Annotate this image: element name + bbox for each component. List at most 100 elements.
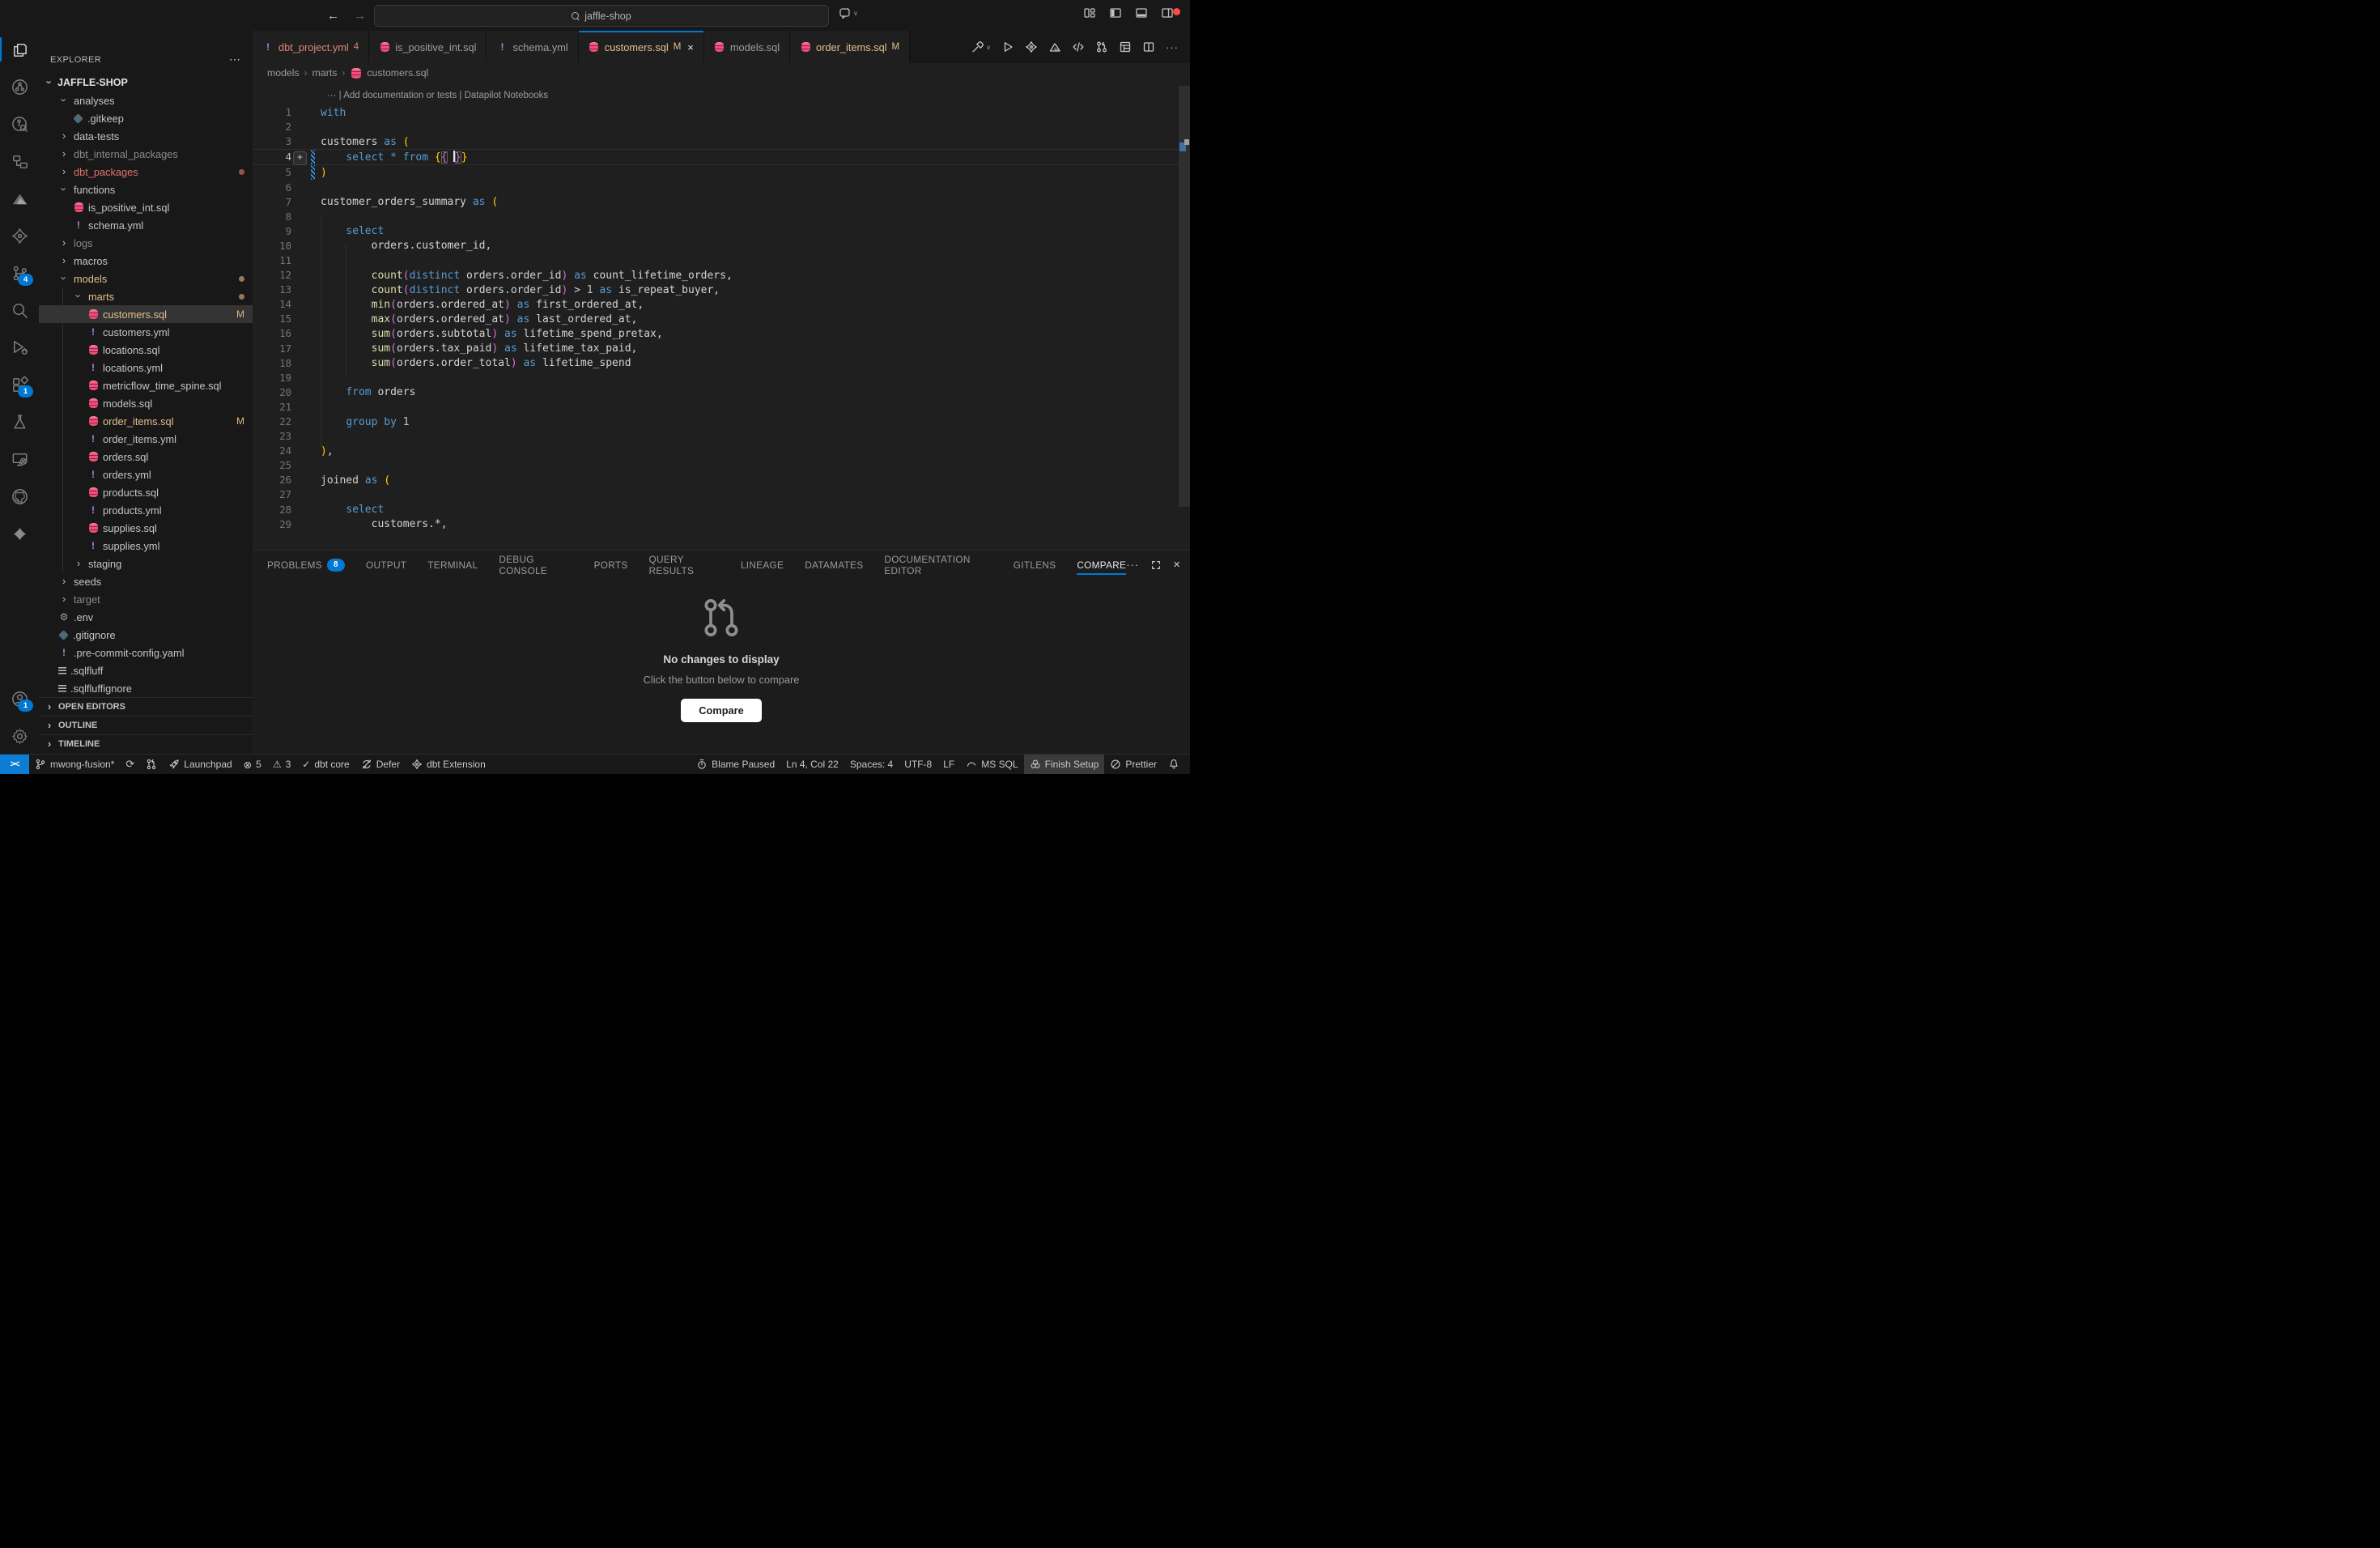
activity-hierarchy-icon[interactable]: [0, 142, 39, 180]
tree-root-jaffle-shop[interactable]: JAFFLE-SHOP: [39, 74, 253, 91]
status-defer[interactable]: Defer: [355, 755, 406, 774]
code-line-21[interactable]: 21: [253, 400, 1179, 415]
tree-item-models-sql[interactable]: models.sql: [39, 394, 253, 412]
tree-item-data-tests[interactable]: data-tests: [39, 127, 253, 145]
overview-ruler[interactable]: [1179, 83, 1190, 550]
tree-item-marts[interactable]: marts: [39, 287, 253, 305]
status-5[interactable]: ⊗5: [238, 755, 267, 774]
toggle-sidebar-icon[interactable]: [1109, 6, 1122, 19]
tree-item-products-yml[interactable]: ! products.yml: [39, 501, 253, 519]
code-line-15[interactable]: 15 max(orders.ordered_at) as last_ordere…: [253, 312, 1179, 326]
split-editor-icon[interactable]: [1142, 40, 1155, 53]
status-sync[interactable]: ⟳: [120, 755, 140, 774]
tree-item-target[interactable]: target: [39, 590, 253, 608]
tab-is-positive-int-sql[interactable]: is_positive_int.sql: [369, 31, 487, 63]
activity-github-icon[interactable]: [0, 478, 39, 515]
tree-item-orders-yml[interactable]: ! orders.yml: [39, 466, 253, 483]
code-line-1[interactable]: 1with: [253, 105, 1179, 120]
close-icon[interactable]: ×: [687, 41, 694, 53]
panel-tab-lineage[interactable]: LINEAGE: [741, 551, 784, 579]
tree-item-dbt-internal-packages[interactable]: dbt_internal_packages: [39, 145, 253, 163]
code-line-13[interactable]: 13 count(distinct orders.order_id) > 1 a…: [253, 283, 1179, 297]
sidebar-section-timeline[interactable]: TIMELINE: [39, 734, 253, 753]
status-remote[interactable]: ><: [0, 755, 29, 774]
dbt-cancel-icon[interactable]: [1025, 40, 1038, 53]
activity-extensions-icon[interactable]: 1: [0, 366, 39, 403]
code-line-14[interactable]: 14 min(orders.ordered_at) as first_order…: [253, 297, 1179, 312]
tab-models-sql[interactable]: models.sql: [704, 31, 790, 63]
tab-order-items-sql[interactable]: order_items.sqlM: [790, 31, 910, 63]
tree-item-functions[interactable]: functions: [39, 181, 253, 198]
tree-item-macros[interactable]: macros: [39, 252, 253, 270]
status-dbt-core[interactable]: ✓dbt core: [296, 755, 355, 774]
tree-item-gitignore[interactable]: .gitignore: [39, 626, 253, 644]
status-dbt-extension[interactable]: dbt Extension: [406, 755, 491, 774]
code-line-16[interactable]: 16 sum(orders.subtotal) as lifetime_spen…: [253, 326, 1179, 341]
more-actions-icon[interactable]: ···: [1126, 559, 1139, 571]
code-line-22[interactable]: 22 group by 1: [253, 415, 1179, 429]
panel-tab-ports[interactable]: PORTS: [594, 551, 628, 579]
panel-tab-debug-console[interactable]: DEBUG CONSOLE: [499, 551, 572, 579]
git-pull-request-icon[interactable]: [1095, 40, 1108, 53]
code-line-3[interactable]: 3customers as (: [253, 134, 1179, 149]
tab-dbt-project-yml[interactable]: !dbt_project.yml4: [253, 31, 369, 63]
status-mwong-fusion[interactable]: mwong-fusion*: [29, 755, 120, 774]
code-line-4[interactable]: 4+ select * from {{ }}: [253, 149, 1179, 165]
code-line-25[interactable]: 25: [253, 458, 1179, 473]
status-bell[interactable]: [1162, 755, 1185, 774]
tree-item-orders-sql[interactable]: orders.sql: [39, 448, 253, 466]
close-icon[interactable]: ×: [1173, 558, 1180, 572]
build-tool-icon[interactable]: ∨: [971, 40, 991, 53]
code-line-5[interactable]: 5): [253, 165, 1179, 180]
code-preview-icon[interactable]: [1072, 40, 1085, 53]
breadcrumb-marts[interactable]: marts: [312, 67, 338, 79]
tree-item-models[interactable]: models: [39, 270, 253, 287]
forward-arrow-icon[interactable]: →: [354, 9, 366, 23]
tree-item-schema-yml[interactable]: ! schema.yml: [39, 216, 253, 234]
code-line-18[interactable]: 18 sum(orders.order_total) as lifetime_s…: [253, 356, 1179, 371]
more-actions-icon[interactable]: ⋯: [229, 53, 241, 66]
tree-item-env[interactable]: ⚙ .env: [39, 608, 253, 626]
code-line-12[interactable]: 12 count(distinct orders.order_id) as co…: [253, 268, 1179, 283]
code-line-26[interactable]: 26joined as (: [253, 473, 1179, 487]
compare-button[interactable]: Compare: [681, 699, 761, 722]
tree-item-pre-commit-config-yaml[interactable]: ! .pre-commit-config.yaml: [39, 644, 253, 661]
panel-tab-problems[interactable]: PROBLEMS8: [267, 551, 345, 579]
status-spaces-4[interactable]: Spaces: 4: [844, 755, 899, 774]
breadcrumb[interactable]: models›marts›customers.sql: [253, 63, 1190, 83]
status-prettier[interactable]: Prettier: [1104, 755, 1162, 774]
panel-tab-query-results[interactable]: QUERY RESULTS: [649, 551, 720, 579]
status-git-compare[interactable]: [140, 755, 163, 774]
code-line-17[interactable]: 17 sum(orders.tax_paid) as lifetime_tax_…: [253, 342, 1179, 356]
tree-item-analyses[interactable]: analyses: [39, 91, 253, 109]
tab-customers-sql[interactable]: customers.sqlM×: [579, 31, 704, 63]
status-3[interactable]: ⚠3: [267, 755, 296, 774]
query-results-grid-icon[interactable]: [1119, 40, 1132, 53]
activity-dbt-power-user-icon[interactable]: [0, 515, 39, 552]
tree-item-customers-yml[interactable]: ! customers.yml: [39, 323, 253, 341]
code-line-20[interactable]: 20 from orders: [253, 385, 1179, 400]
activity-source-control-icon[interactable]: 4: [0, 254, 39, 291]
more-actions-icon[interactable]: ···: [1166, 41, 1179, 53]
sidebar-section-outline[interactable]: OUTLINE: [39, 716, 253, 734]
tree-item-products-sql[interactable]: products.sql: [39, 483, 253, 501]
status-utf-8[interactable]: UTF-8: [899, 755, 937, 774]
run-icon[interactable]: [1001, 40, 1014, 53]
activity-testing-icon[interactable]: [0, 403, 39, 440]
tree-item-locations-sql[interactable]: locations.sql: [39, 341, 253, 359]
tree-item-is-positive-int-sql[interactable]: is_positive_int.sql: [39, 198, 253, 216]
copilot-button[interactable]: ∨: [839, 6, 858, 19]
status-ms-sql[interactable]: MS SQL: [960, 755, 1023, 774]
status-launchpad[interactable]: Launchpad: [163, 755, 237, 774]
status-finish-setup[interactable]: Finish Setup: [1024, 755, 1105, 774]
sidebar-section-open-editors[interactable]: OPEN EDITORS: [39, 697, 253, 716]
tree-item-dbt-packages[interactable]: dbt_packages: [39, 163, 253, 181]
tree-item-supplies-sql[interactable]: supplies.sql: [39, 519, 253, 537]
tree-item-sqlfluff[interactable]: .sqlfluff: [39, 661, 253, 679]
tree-item-locations-yml[interactable]: ! locations.yml: [39, 359, 253, 376]
activity-gitlens-inspect-icon[interactable]: [0, 105, 39, 142]
tree-item-metricflow-time-spine-sql[interactable]: metricflow_time_spine.sql: [39, 376, 253, 394]
tree-item-sqlfluffignore[interactable]: .sqlfluffignore: [39, 679, 253, 697]
tree-item-gitkeep[interactable]: .gitkeep: [39, 109, 253, 127]
breadcrumb-customers-sql[interactable]: customers.sql: [367, 67, 428, 79]
